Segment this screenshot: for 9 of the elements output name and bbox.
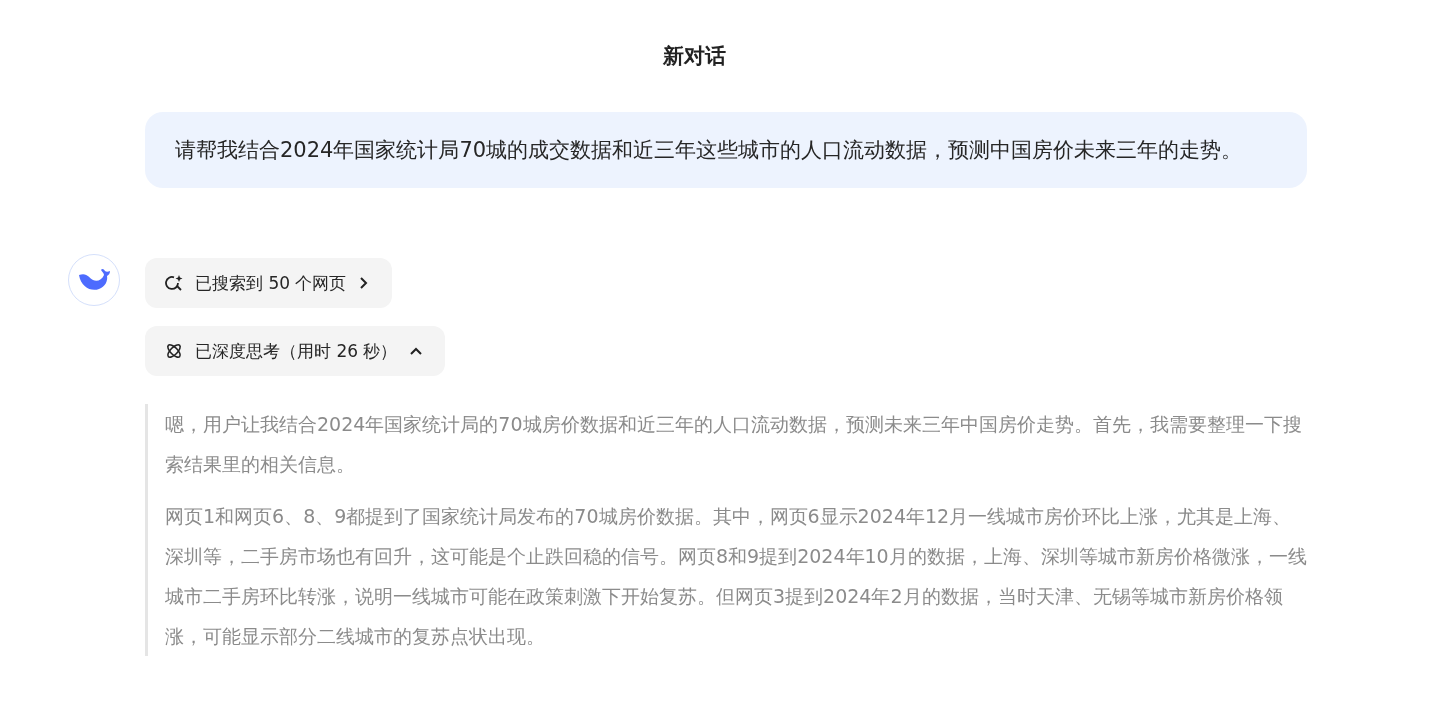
thought-paragraph: 嗯，用户让我结合2024年国家统计局的70城房价数据和近三年的人口流动数据，预测未来三年中国房价走势。首先，我需要整理一下搜索结果里的相关信息。 [165,412,1303,477]
whale-icon [77,267,111,293]
search-sparkle-icon [165,274,183,292]
thought-paragraph: 网页1和网页6、8、9都提到了国家统计局发布的70城房价数据。其中，网页6显示2024年12月一线城市房价环比上涨，尤其是上海、深圳等，二手房市场也有回升，这可能是个止跌回稳的信号。网页8和9提到2024年10月的数据，上海、深圳等城市新房价格微涨，一线城市二手房环比转涨，说明一线城市可能在政策刺激下开始复苏。但网页3提到2024年2月的数据，当时天津、无锡等城市新房价格领涨，可能显示部分二线城市的复苏点状出现。 [165,504,1307,649]
chat-title: 新对话 [662,43,726,70]
search-results-button[interactable]: 已搜索到 50 个网页 [145,258,393,308]
atom-icon [165,342,183,360]
user-message: 请帮我结合2024年国家统计局70城的成交数据和近三年这些城市的人口流动数据，预测中国房价未来三年的走势。 [145,112,1307,188]
thinking-toggle-button[interactable]: 已深度思考（用时 26 秒） [145,326,446,376]
